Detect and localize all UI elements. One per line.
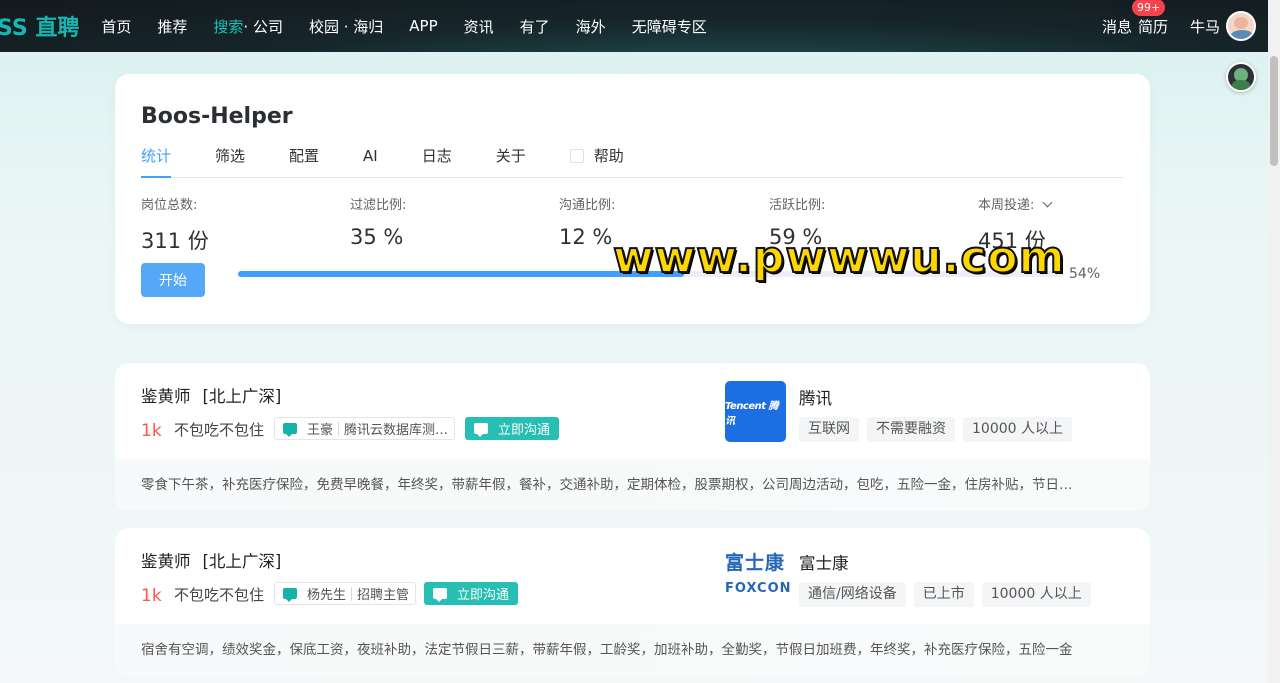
chat-bubble-icon [474,423,488,437]
company-name[interactable]: 腾讯 [799,385,832,409]
username[interactable]: 牛马 [1190,16,1220,37]
site-logo[interactable]: SS 直聘 [0,10,79,42]
job-benefits: 零食下午茶，补充医疗保险，免费早晚餐，年终奖，带薪年假，餐补，交通补助，定期体检… [115,459,1150,511]
stat-label: 过滤比例: [350,198,407,213]
stat-total-jobs: 岗位总数: 311 份 [141,194,209,255]
job-card-main: 鉴黄师 [北上广深] 1k 不包吃不包住 杨先生 招聘主管 立即沟通 富士康 FO… [115,528,1150,624]
top-nav-bar: SS 直聘 首页 推荐 搜索· 公司 校园 · 海归 APP 资讯 有了 海外 … [0,0,1268,52]
company-tags: 通信/网络设备 已上市 10000 人以上 [799,582,1099,607]
logo-text-top: 富士康 [725,552,786,574]
main-nav: 首页 推荐 搜索· 公司 校园 · 海归 APP 资讯 有了 海外 无障碍专区 [101,16,732,37]
job-name: 鉴黄师 [141,387,191,406]
tab-help[interactable]: 帮助 [569,146,624,177]
chevron-down-icon[interactable] [1042,197,1053,208]
stat-value: 35 % [350,225,404,249]
help-checkbox[interactable] [569,149,584,163]
tab-config[interactable]: 配置 [289,146,319,177]
job-benefits: 宿舍有空调，绩效奖金，保底工资，夜班补助，法定节假日三薪，带薪年假，工龄奖，加班… [115,624,1150,676]
company-name[interactable]: 富士康 [799,550,849,574]
divider [338,421,340,436]
tab-ai[interactable]: AI [363,146,378,177]
nav-item-youle[interactable]: 有了 [520,16,550,37]
divider [351,586,353,601]
chat-now-button[interactable]: 立即沟通 [465,417,560,440]
tab-log[interactable]: 日志 [422,146,452,177]
nav-item-accessibility[interactable]: 无障碍专区 [632,16,707,37]
recruiter-title: 招聘主管 [357,588,410,603]
chat-now-label: 立即沟通 [498,423,551,438]
stat-label[interactable]: 本周投递: [978,194,1053,213]
stat-filter-ratio: 过滤比例: 35 % [350,194,406,249]
company-tag: 不需要融资 [867,417,955,442]
nav-search-label: 搜索 [213,17,244,36]
tab-help-label: 帮助 [593,147,624,165]
company-tag: 通信/网络设备 [799,582,906,607]
job-card[interactable]: 鉴黄师 [北上广深] 1k 不包吃不包住 杨先生 招聘主管 立即沟通 富士康 FO… [115,528,1150,676]
helper-tabs: 统计 筛选 配置 AI 日志 关于 帮助 [141,146,1124,178]
chat-bubble-icon [433,588,447,602]
nav-item-overseas[interactable]: 海外 [576,16,606,37]
company-tag: 10000 人以上 [963,417,1072,442]
stat-label: 沟通比例: [559,198,616,213]
stat-label: 岗位总数: [141,198,198,213]
stat-label: 活跃比例: [769,198,826,213]
company-tags: 互联网 不需要融资 10000 人以上 [799,417,1080,442]
job-salary: 1k [141,421,162,441]
recruiter-info: 杨先生 招聘主管 [274,582,417,605]
messages-link[interactable]: 消息 99+ [1101,0,1166,37]
recruiter-title: 腾讯云数据库测… [344,423,449,438]
nav-company-label: · 公司 [243,17,283,36]
floating-helper-avatar[interactable] [1226,62,1256,92]
company-logo-foxconn[interactable]: 富士康 FOXCON [725,546,791,607]
company-tag: 10000 人以上 [981,582,1091,607]
recruiter-name: 杨先生 [307,588,347,603]
job-salary: 1k [141,586,162,606]
logo-text-bottom: FOXCON [725,581,792,596]
chat-bubble-icon [283,423,297,437]
nav-item-news[interactable]: 资讯 [464,16,494,37]
recruiter-info: 王豪 腾讯云数据库测… [274,417,456,440]
messages-label: 消息 [1101,17,1132,36]
job-title[interactable]: 鉴黄师 [北上广深] [141,383,281,407]
tab-filter[interactable]: 筛选 [215,146,245,177]
message-count-badge: 99+ [1131,0,1166,16]
stat-value: 311 份 [141,229,209,253]
stat-chat-ratio: 沟通比例: 12 % [559,194,615,249]
job-card-main: 鉴黄师 [北上广深] 1k 不包吃不包住 王豪 腾讯云数据库测… 立即沟通 Ten… [115,363,1150,459]
page-scrollbar[interactable] [1268,0,1280,683]
recruiter-name: 王豪 [307,423,334,438]
start-button[interactable]: 开始 [141,263,205,297]
nav-item-home[interactable]: 首页 [101,16,131,37]
job-name: 鉴黄师 [141,552,191,571]
company-tag: 互联网 [799,417,859,442]
company-logo-tencent[interactable]: Tencent 腾讯 [725,381,786,442]
stat-label-text: 本周投递: [978,198,1035,213]
job-city: [北上广深] [202,387,282,406]
progress-percent: 54% [1069,266,1101,282]
nav-item-recommend[interactable]: 推荐 [157,16,187,37]
tab-stats[interactable]: 统计 [141,146,172,178]
company-tag: 已上市 [913,582,974,607]
resume-link[interactable]: 简历 [1138,16,1168,37]
user-nav: 消息 99+ 简历 牛马 [1102,0,1256,52]
chat-now-button[interactable]: 立即沟通 [424,582,519,605]
job-tag: 不包吃不包住 [174,421,265,439]
watermark-text: www.pwwwu.com [612,231,1066,284]
boss-helper-panel: Boos-Helper 统计 筛选 配置 AI 日志 关于 帮助 岗位总数: 3… [115,74,1150,324]
nav-item-app[interactable]: APP [409,17,437,35]
job-card[interactable]: 鉴黄师 [北上广深] 1k 不包吃不包住 王豪 腾讯云数据库测… 立即沟通 Ten… [115,363,1150,511]
chat-bubble-icon [283,588,297,602]
chat-now-label: 立即沟通 [457,588,510,603]
job-title[interactable]: 鉴黄师 [北上广深] [141,548,281,572]
job-tag: 不包吃不包住 [174,586,265,604]
stat-value: 12 % [559,225,613,249]
panel-title: Boos-Helper [141,104,293,129]
user-avatar[interactable] [1226,11,1256,41]
nav-item-search[interactable]: 搜索· 公司 [213,16,283,37]
scrollbar-thumb[interactable] [1270,56,1278,166]
tab-about[interactable]: 关于 [496,146,526,177]
job-city: [北上广深] [202,552,282,571]
nav-item-campus[interactable]: 校园 · 海归 [309,16,383,37]
